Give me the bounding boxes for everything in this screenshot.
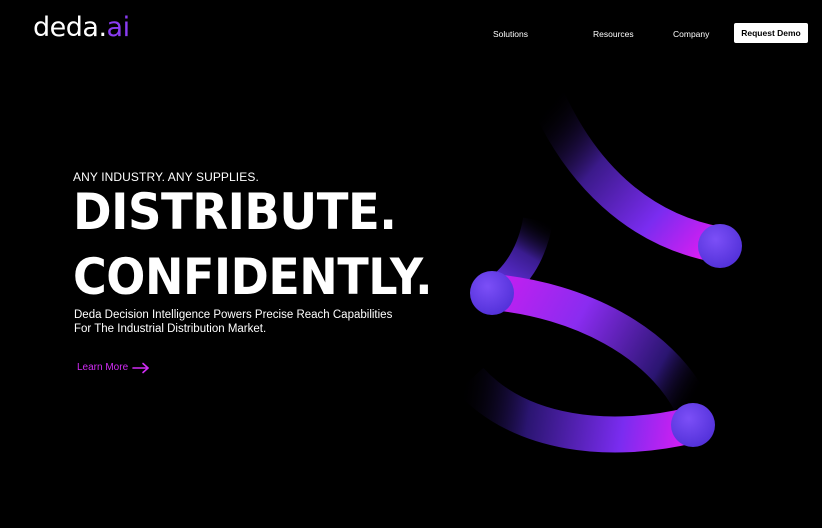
middle-arc [490,274,709,414]
hero-illustration [456,92,742,453]
hero-subheading: Deda Decision Intelligence Powers Precis… [74,308,454,336]
landing-page: deda.ai Solutions Resources Company Requ… [0,0,822,528]
hero-headline-line-2: CONFIDENTLY. [73,248,433,306]
nav-company[interactable]: Company [673,28,709,40]
logo-text: deda [33,12,99,43]
hero-subheading-line-2: For The Industrial Distribution Market. [74,323,267,335]
logo-accent-text: ai [106,12,131,43]
logo[interactable]: deda.ai [33,12,130,44]
logo-dot: . [98,12,107,43]
nav-solutions[interactable]: Solutions [493,28,528,40]
hero-subheading-line-1: Deda Decision Intelligence Powers Precis… [74,309,393,321]
hero-eyebrow: ANY INDUSTRY. ANY SUPPLIES. [73,170,259,184]
sphere-bottom [671,403,715,447]
arrow-right-icon [132,362,149,374]
request-demo-button[interactable]: Request Demo [734,23,808,43]
bottom-arc [456,367,697,453]
sphere-top-right [698,224,742,268]
top-arc [531,92,724,263]
nav-resources[interactable]: Resources [593,28,634,40]
learn-more-label: Learn More [77,362,129,373]
learn-more-link[interactable]: Learn More [77,361,150,375]
hero-headline-line-1: DISTRIBUTE. [73,183,397,241]
sphere-left [470,271,514,315]
